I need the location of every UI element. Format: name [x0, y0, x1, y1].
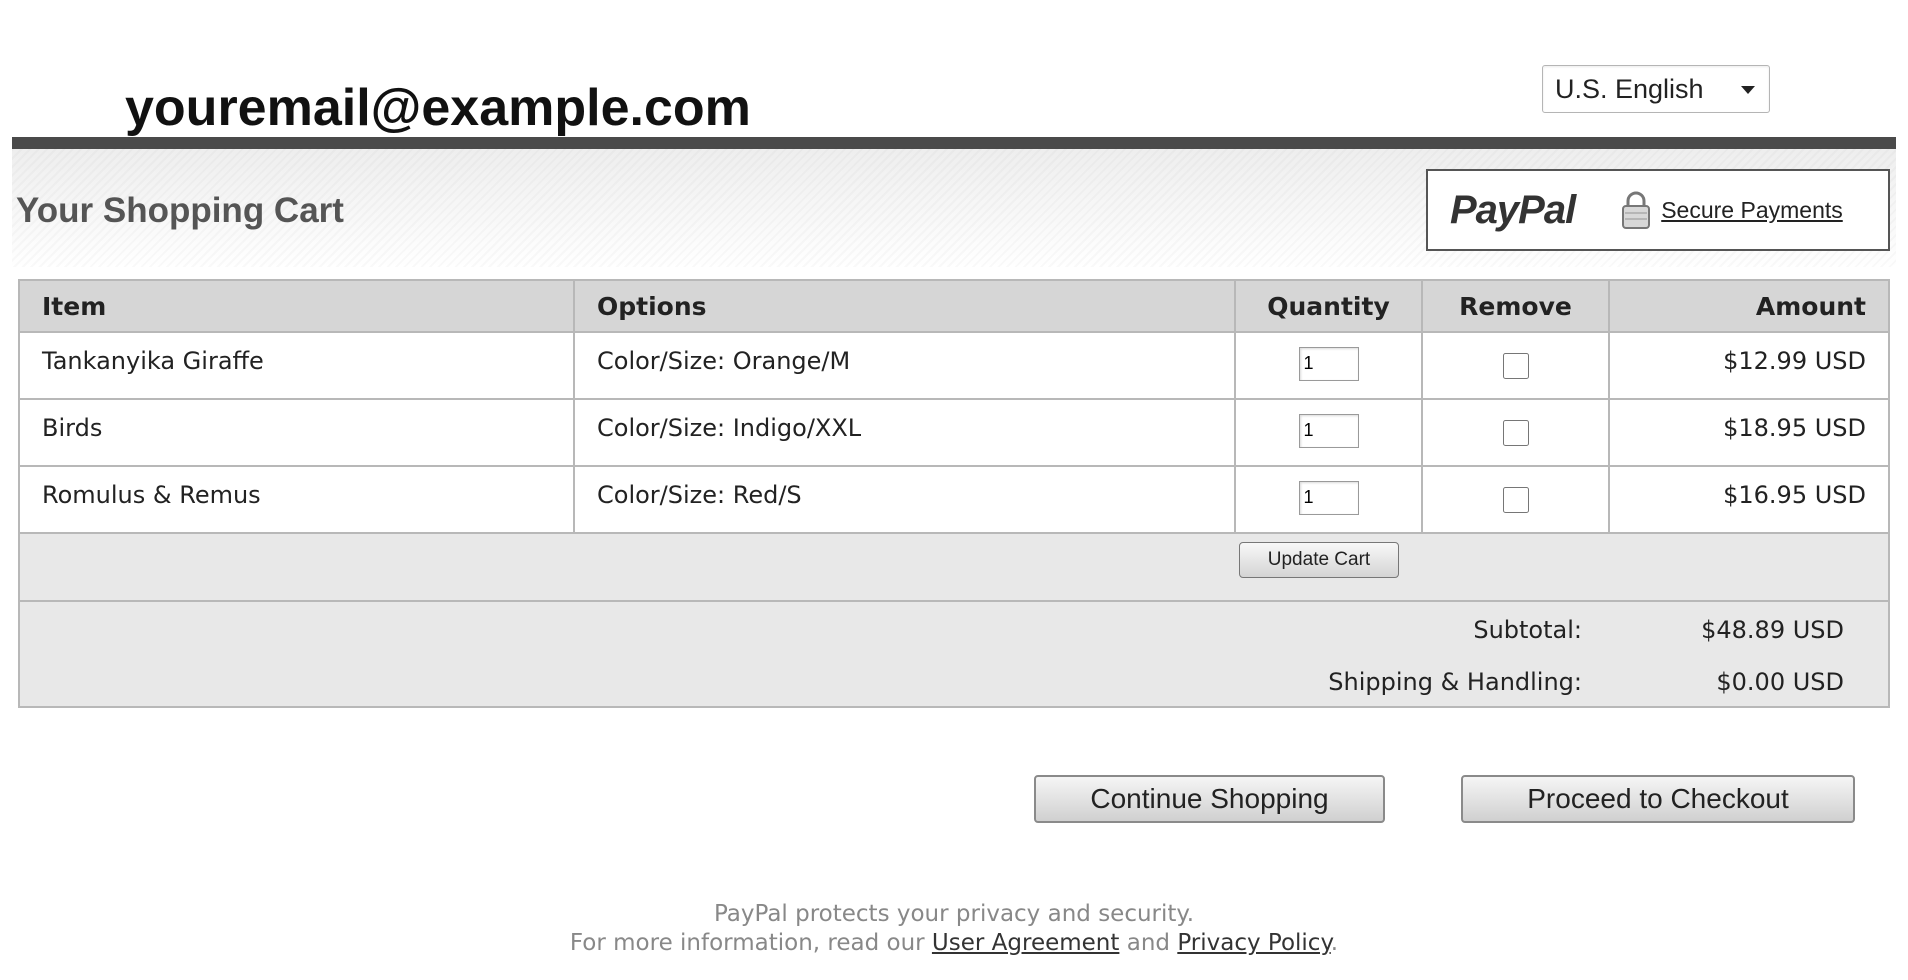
page-title: Your Shopping Cart: [16, 191, 344, 230]
footer-period: .: [1330, 930, 1339, 956]
table-header-row: Item Options Quantity Remove Amount: [19, 280, 1889, 333]
subtotal-value: $48.89 USD: [1701, 616, 1844, 644]
update-cart-cell: Update Cart: [19, 533, 1889, 602]
column-header-item: Item: [19, 280, 575, 333]
remove-checkbox[interactable]: [1503, 487, 1529, 513]
remove-checkbox[interactable]: [1503, 420, 1529, 446]
row-item-name: Birds: [19, 399, 575, 467]
shipping-value: $0.00 USD: [1716, 668, 1844, 696]
row-quantity-cell: [1235, 332, 1423, 400]
language-select[interactable]: U.S. English: [1542, 65, 1770, 113]
table-row: Tankanyika Giraffe Color/Size: Orange/M …: [19, 332, 1889, 400]
cart-table: Item Options Quantity Remove Amount Tank…: [18, 279, 1890, 708]
row-amount: $12.99 USD: [1609, 332, 1889, 400]
footer-info-prefix: For more information, read our: [569, 930, 925, 956]
totals-cell: Subtotal: $48.89 USD Shipping & Handling…: [19, 601, 1889, 707]
remove-checkbox[interactable]: [1503, 353, 1529, 379]
column-header-amount: Amount: [1609, 280, 1889, 333]
paypal-logo: PayPal: [1450, 187, 1576, 232]
merchant-email: youremail@example.com: [125, 79, 751, 137]
row-item-name: Romulus & Remus: [19, 466, 575, 534]
row-item-options: Color/Size: Red/S: [574, 466, 1236, 534]
quantity-input[interactable]: [1298, 413, 1359, 448]
footer-info-line: For more information, read our User Agre…: [0, 929, 1908, 958]
continue-shopping-button[interactable]: Continue Shopping: [1034, 775, 1385, 823]
column-header-quantity: Quantity: [1235, 280, 1423, 333]
table-row: Romulus & Remus Color/Size: Red/S $16.95…: [19, 466, 1889, 534]
chevron-down-icon: [1741, 86, 1755, 94]
quantity-input[interactable]: [1298, 346, 1359, 381]
totals-block: Subtotal: $48.89 USD Shipping & Handling…: [42, 602, 1866, 706]
row-remove-cell: [1422, 399, 1610, 467]
update-cart-button[interactable]: Update Cart: [1239, 542, 1399, 578]
row-item-name: Tankanyika Giraffe: [19, 332, 575, 400]
footer-and: and: [1126, 930, 1170, 956]
shipping-label: Shipping & Handling:: [1328, 668, 1582, 696]
totals-row: Subtotal: $48.89 USD Shipping & Handling…: [19, 601, 1889, 707]
row-amount: $18.95 USD: [1609, 399, 1889, 467]
row-quantity-cell: [1235, 399, 1423, 467]
row-quantity-cell: [1235, 466, 1423, 534]
lock-icon: [1619, 190, 1653, 230]
secure-payments-link[interactable]: Secure Payments: [1661, 197, 1843, 224]
update-cart-row: Update Cart: [19, 533, 1889, 602]
header-divider: [12, 137, 1896, 149]
column-header-remove: Remove: [1422, 280, 1610, 333]
table-row: Birds Color/Size: Indigo/XXL $18.95 USD: [19, 399, 1889, 467]
row-remove-cell: [1422, 466, 1610, 534]
row-remove-cell: [1422, 332, 1610, 400]
row-item-options: Color/Size: Orange/M: [574, 332, 1236, 400]
subtotal-label: Subtotal:: [1473, 616, 1582, 644]
proceed-to-checkout-button[interactable]: Proceed to Checkout: [1461, 775, 1855, 823]
quantity-input[interactable]: [1298, 480, 1359, 515]
row-amount: $16.95 USD: [1609, 466, 1889, 534]
privacy-policy-link[interactable]: Privacy Policy: [1177, 930, 1330, 956]
row-item-options: Color/Size: Indigo/XXL: [574, 399, 1236, 467]
language-select-value: U.S. English: [1555, 73, 1704, 104]
user-agreement-link[interactable]: User Agreement: [932, 930, 1119, 956]
paypal-secure-badge: PayPal Secure Payments: [1426, 169, 1890, 251]
footer-privacy-line: PayPal protects your privacy and securit…: [713, 901, 1195, 927]
footer: PayPal protects your privacy and securit…: [0, 900, 1908, 958]
column-header-options: Options: [574, 280, 1236, 333]
